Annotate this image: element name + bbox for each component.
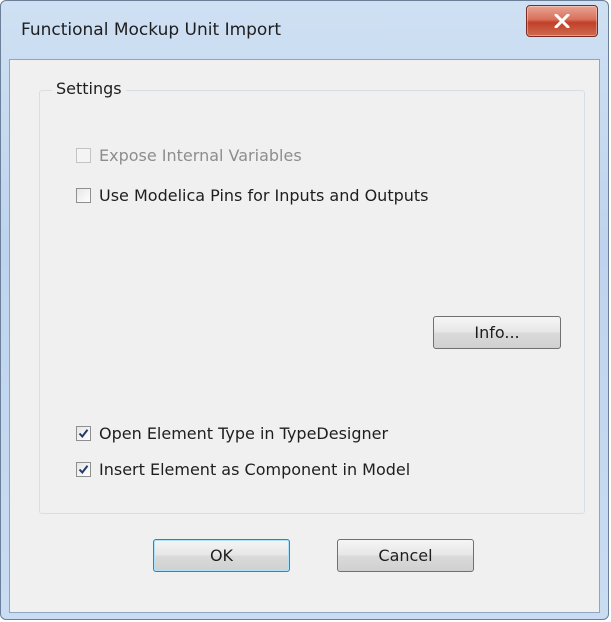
close-icon xyxy=(554,14,570,28)
checkbox-box[interactable] xyxy=(76,147,91,163)
checkmark-icon xyxy=(78,464,89,474)
use-modelica-pins-checkbox[interactable]: Use Modelica Pins for Inputs and Outputs xyxy=(76,184,429,206)
checkbox-box[interactable] xyxy=(76,187,91,203)
close-button[interactable] xyxy=(526,5,598,37)
dialog-client-area: Settings Expose Internal Variables Use M… xyxy=(9,59,600,613)
open-element-type-checkbox[interactable]: Open Element Type in TypeDesigner xyxy=(76,422,388,444)
ok-button[interactable]: OK xyxy=(153,539,290,572)
insert-as-component-checkbox[interactable]: Insert Element as Component in Model xyxy=(76,458,410,480)
dialog-window: Functional Mockup Unit Import Settings E… xyxy=(0,0,609,620)
checkbox-box[interactable] xyxy=(76,425,91,441)
checkbox-label: Open Element Type in TypeDesigner xyxy=(99,423,389,443)
settings-group-label: Settings xyxy=(52,79,126,98)
cancel-button[interactable]: Cancel xyxy=(337,539,474,572)
checkbox-box[interactable] xyxy=(76,461,91,477)
window-title: Functional Mockup Unit Import xyxy=(21,20,281,40)
checkbox-label: Insert Element as Component in Model xyxy=(99,459,411,479)
checkbox-label: Expose Internal Variables xyxy=(99,145,302,165)
info-button[interactable]: Info... xyxy=(433,316,561,349)
checkbox-label: Use Modelica Pins for Inputs and Outputs xyxy=(99,185,429,205)
expose-internal-variables-checkbox[interactable]: Expose Internal Variables xyxy=(76,144,302,166)
title-bar[interactable]: Functional Mockup Unit Import xyxy=(1,1,608,59)
checkmark-icon xyxy=(78,428,89,438)
